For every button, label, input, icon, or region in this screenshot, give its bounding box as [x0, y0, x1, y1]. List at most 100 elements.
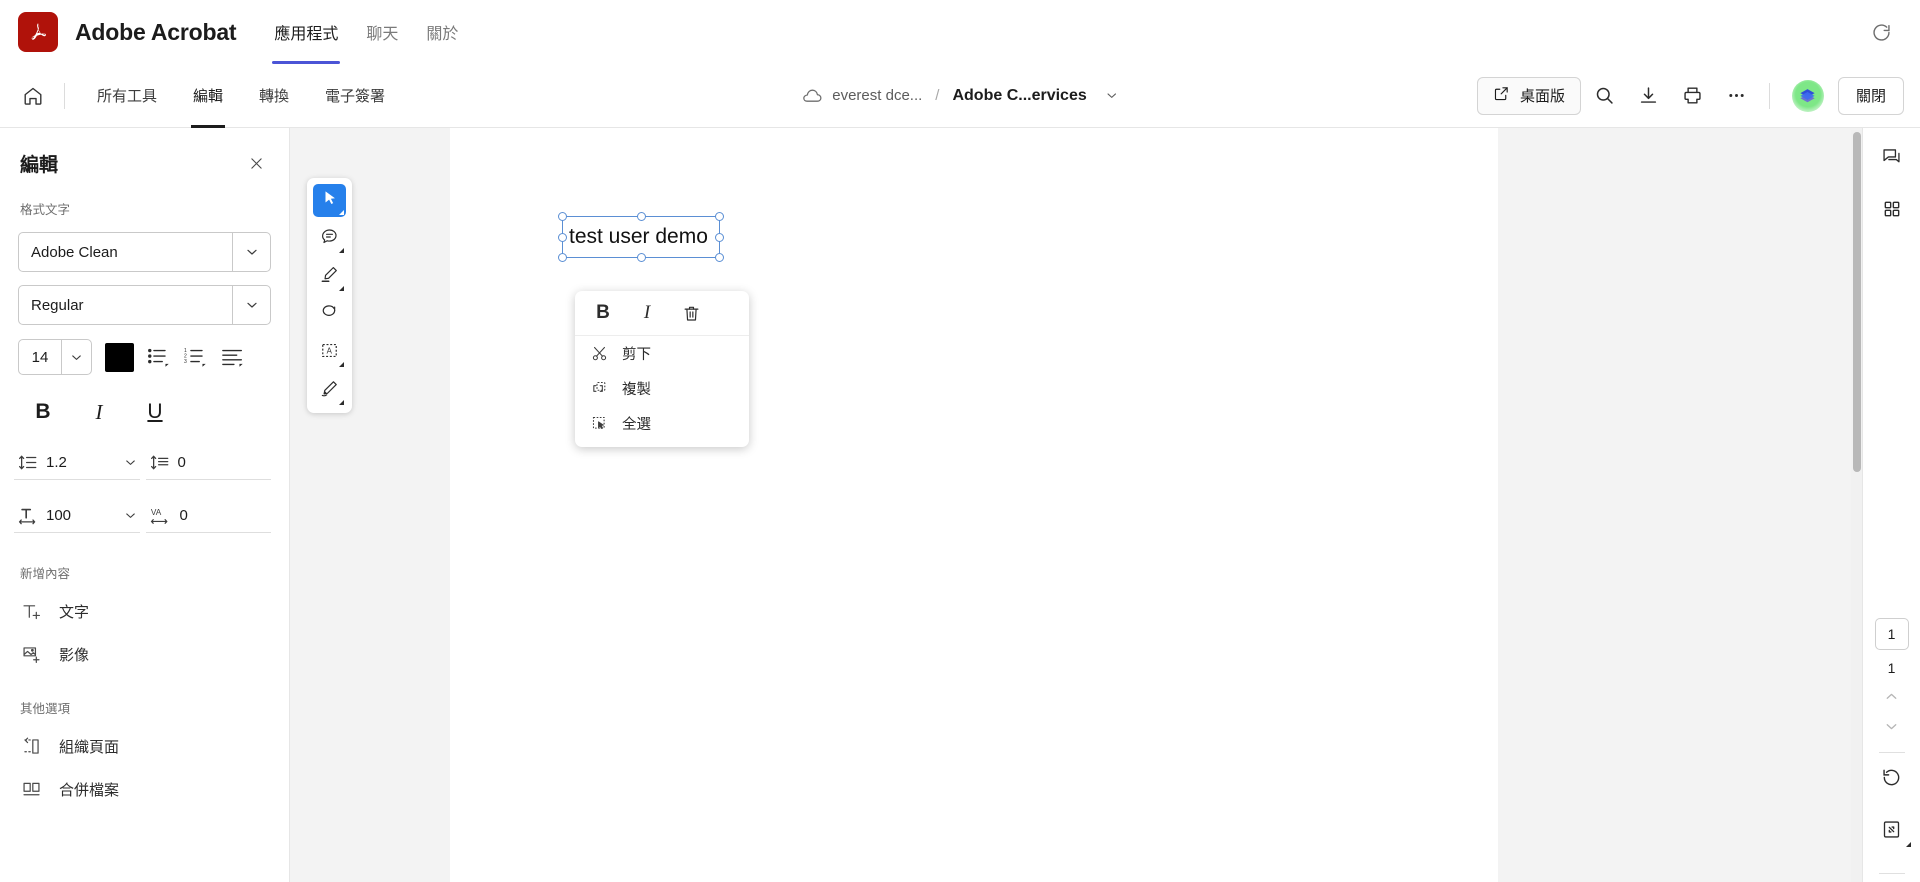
line-spacing-row: 1.2 0	[14, 449, 271, 480]
print-icon[interactable]	[1673, 76, 1713, 116]
chevron-up-icon	[1883, 688, 1900, 710]
text-select-tool-button[interactable]: A	[313, 336, 346, 369]
pdf-page[interactable]: test user demo B I 剪下 複製 全選	[450, 128, 1498, 882]
user-avatar[interactable]	[1791, 79, 1824, 112]
context-menu-item-select-all[interactable]: 全選	[575, 406, 749, 441]
svg-text:3: 3	[184, 359, 187, 365]
comment-tool-button[interactable]	[313, 222, 346, 255]
underline-button[interactable]: U	[140, 397, 170, 427]
app-title: Adobe Acrobat	[75, 18, 237, 45]
breadcrumb-file[interactable]: Adobe C...ervices	[952, 87, 1086, 105]
lasso-icon	[320, 303, 339, 327]
app-tab-applications[interactable]: 應用程式	[260, 0, 352, 64]
context-italic-button[interactable]: I	[627, 295, 667, 331]
chevron-down-icon	[61, 340, 91, 374]
line-spacing-field[interactable]: 1.2	[14, 449, 140, 480]
fountain-pen-icon	[320, 379, 339, 403]
combine-files-item[interactable]: 合併檔案	[0, 768, 289, 811]
comment-panel-button[interactable]	[1873, 140, 1911, 178]
other-options-label: 其他選項	[20, 702, 71, 716]
refresh-icon[interactable]	[1864, 15, 1898, 49]
close-icon[interactable]	[243, 151, 269, 177]
organize-pages-item[interactable]: 組織頁面	[0, 725, 289, 768]
scissors-icon	[591, 345, 608, 362]
selected-text-object[interactable]: test user demo	[558, 212, 724, 262]
horizontal-scale-row: 100 VA 0	[14, 502, 271, 533]
open-desktop-button[interactable]: 桌面版	[1476, 76, 1581, 115]
edit-panel-header: 編輯	[0, 128, 289, 177]
trash-icon[interactable]	[671, 295, 711, 331]
resize-handle-bottom-center[interactable]	[636, 253, 646, 262]
chevron-down-icon[interactable]	[1104, 88, 1119, 103]
resize-handle-top-right[interactable]	[715, 212, 724, 221]
font-style-select[interactable]: Regular	[18, 285, 271, 325]
combine-files-icon	[20, 779, 42, 800]
vertical-scrollbar[interactable]	[1851, 130, 1862, 882]
resize-handle-top-center[interactable]	[636, 212, 646, 221]
resize-handle-bottom-right[interactable]	[715, 253, 724, 262]
context-menu-toolbar: B I	[575, 291, 749, 336]
next-page-button[interactable]	[1874, 714, 1910, 744]
rotate-button[interactable]	[1873, 761, 1911, 799]
context-bold-button[interactable]: B	[583, 295, 623, 331]
context-menu-item-copy[interactable]: 複製	[575, 371, 749, 406]
numbered-list-icon[interactable]: 123	[184, 346, 208, 368]
app-tab-about[interactable]: 關於	[412, 0, 472, 64]
tracking-field[interactable]: VA 0	[145, 502, 271, 533]
scrollbar-thumb[interactable]	[1853, 132, 1861, 472]
resize-handle-middle-right[interactable]	[715, 232, 724, 242]
resize-handle-bottom-left[interactable]	[558, 253, 567, 262]
horizontal-scale-field[interactable]: 100	[14, 502, 140, 533]
organize-pages-label: 組織頁面	[59, 739, 120, 756]
toolbar-divider-right	[1768, 82, 1770, 109]
resize-handle-top-left[interactable]	[558, 212, 567, 221]
draw-tool-button[interactable]	[313, 298, 346, 331]
tool-expand-corner	[1905, 842, 1911, 847]
font-size-select[interactable]: 14	[18, 339, 92, 375]
doc-tab-convert[interactable]: 轉換	[241, 64, 307, 128]
home-icon[interactable]	[16, 79, 50, 113]
page-thumbnails-icon	[1882, 199, 1902, 224]
document-tab-group: 所有工具 編輯 轉換 電子簽署	[79, 64, 403, 128]
tool-expand-corner	[339, 248, 344, 253]
font-color-swatch[interactable]	[105, 342, 134, 372]
add-image-item[interactable]: 影像	[0, 633, 289, 676]
font-family-select[interactable]: Adobe Clean	[18, 232, 271, 272]
fit-page-button[interactable]	[1873, 813, 1911, 851]
comment-panel-icon	[1881, 146, 1902, 172]
app-tab-chat[interactable]: 聊天	[352, 0, 412, 64]
annotation-toolbar: A	[307, 178, 352, 413]
signature-tool-button[interactable]	[313, 374, 346, 407]
context-menu-label-copy: 複製	[622, 382, 651, 398]
context-menu-item-cut[interactable]: 剪下	[575, 336, 749, 371]
highlight-tool-button[interactable]	[313, 260, 346, 293]
previous-page-button[interactable]	[1874, 684, 1910, 714]
copy-icon	[591, 380, 608, 397]
search-icon[interactable]	[1585, 76, 1625, 116]
bulleted-list-icon[interactable]	[147, 346, 171, 368]
open-desktop-label: 桌面版	[1519, 88, 1565, 105]
edit-panel: 編輯 格式文字 Adobe Clean Regular 14 1 2 3 B I…	[0, 128, 290, 882]
select-tool-button[interactable]	[313, 184, 346, 217]
bold-button[interactable]: B	[28, 397, 58, 427]
font-style-value: Regular	[31, 296, 84, 314]
paragraph-spacing-field[interactable]: 0	[145, 449, 271, 480]
doc-tab-esign[interactable]: 電子簽署	[307, 64, 403, 128]
resize-handle-middle-left[interactable]	[558, 232, 567, 242]
breadcrumb-folder[interactable]: everest dce...	[832, 87, 922, 104]
italic-button[interactable]: I	[84, 397, 114, 427]
svg-text:A: A	[327, 346, 333, 355]
paragraph-spacing-icon	[150, 453, 170, 472]
current-page-input[interactable]: 1	[1874, 618, 1909, 650]
more-horizontal-icon[interactable]	[1717, 76, 1757, 116]
download-icon[interactable]	[1629, 76, 1669, 116]
add-text-item[interactable]: 文字	[0, 590, 289, 633]
doc-tab-all-tools[interactable]: 所有工具	[79, 64, 175, 128]
text-style-row: B I U	[28, 397, 289, 427]
add-image-icon	[20, 644, 42, 665]
page-thumbnails-button[interactable]	[1873, 192, 1911, 230]
doc-tab-edit[interactable]: 編輯	[175, 64, 241, 128]
add-text-label: 文字	[59, 604, 90, 621]
close-document-button[interactable]: 關閉	[1837, 76, 1904, 115]
text-align-icon[interactable]	[221, 346, 245, 368]
